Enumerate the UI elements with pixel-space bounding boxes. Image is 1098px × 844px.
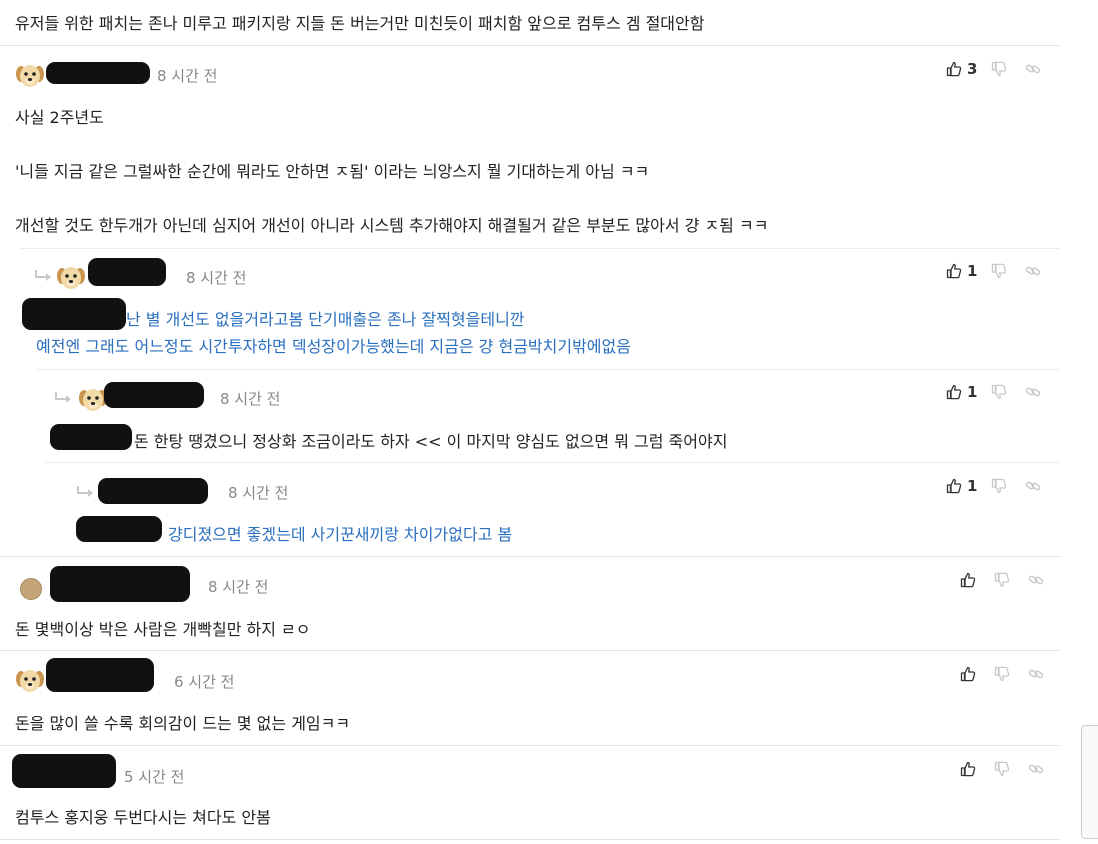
separator <box>0 556 1060 557</box>
dislike-button[interactable] <box>991 478 1007 494</box>
dog-avatar-icon <box>15 61 45 91</box>
dog-avatar-icon <box>15 666 45 696</box>
like-button[interactable] <box>960 572 976 588</box>
comment-time: 8 시간 전 <box>208 578 269 596</box>
like-count: 1 <box>967 262 978 280</box>
separator <box>0 650 1060 651</box>
thumbs-up-icon <box>946 61 962 77</box>
thumbs-down-icon <box>994 572 1010 588</box>
share-link-button[interactable] <box>1028 666 1044 682</box>
dislike-button[interactable] <box>991 384 1007 400</box>
dislike-button[interactable] <box>994 761 1010 777</box>
like-count: 1 <box>967 477 978 495</box>
like-count: 1 <box>967 383 978 401</box>
reply-arrow-icon <box>34 269 54 283</box>
separator <box>36 369 1060 370</box>
comment-section: 유저들 위한 패치는 존나 미루고 패키지랑 지들 돈 버는거만 미친듯이 패치… <box>0 0 1060 844</box>
link-icon <box>1025 478 1041 494</box>
link-icon <box>1025 61 1041 77</box>
redacted-username <box>104 382 204 408</box>
comment-time: 8 시간 전 <box>228 484 289 502</box>
comment-text-line: 개선할 것도 한두개가 아닌데 심지어 개선이 아니라 시스템 추가해야지 해결… <box>15 216 769 235</box>
redacted-username <box>12 754 116 788</box>
comment-text-line: 예전엔 그래도 어느정도 시간투자하면 덱성장이가능했는데 지금은 걍 현금박치… <box>36 337 631 356</box>
floating-side-panel[interactable] <box>1081 725 1098 839</box>
comment-text-line: 걍디졌으면 좋겠는데 사기꾼새끼랑 차이가없다고 봄 <box>168 525 513 544</box>
thumbs-down-icon <box>994 761 1010 777</box>
thumbs-up-icon <box>946 384 962 400</box>
comment-text-line: 돈을 많이 쓸 수록 회의감이 드는 몇 없는 게임ㅋㅋ <box>15 714 351 733</box>
comment-time: 5 시간 전 <box>124 768 185 786</box>
thumbs-up-icon <box>960 761 976 777</box>
separator <box>20 248 1060 249</box>
thumbs-down-icon <box>991 384 1007 400</box>
separator <box>0 45 1060 46</box>
comment-time: 8 시간 전 <box>220 390 281 408</box>
comment-time: 6 시간 전 <box>174 673 235 691</box>
share-link-button[interactable] <box>1025 263 1041 279</box>
like-button[interactable] <box>960 666 976 682</box>
redacted-username <box>98 478 208 504</box>
reply-arrow-icon <box>54 391 74 405</box>
thumbs-down-icon <box>991 61 1007 77</box>
comment-text-line: 사실 2주년도 <box>15 108 104 127</box>
thumbs-down-icon <box>991 263 1007 279</box>
redacted-mention <box>76 516 162 542</box>
thumbs-down-icon <box>991 478 1007 494</box>
link-icon <box>1028 761 1044 777</box>
share-link-button[interactable] <box>1025 61 1041 77</box>
thumbs-up-icon <box>960 666 976 682</box>
separator <box>0 745 1060 746</box>
like-button[interactable] <box>960 761 976 777</box>
circle-avatar-icon <box>20 578 42 600</box>
like-button[interactable]: 3 <box>946 60 991 78</box>
dislike-button[interactable] <box>991 61 1007 77</box>
redacted-username <box>46 658 154 692</box>
dislike-button[interactable] <box>991 263 1007 279</box>
share-link-button[interactable] <box>1025 478 1041 494</box>
separator <box>44 462 1060 463</box>
dog-avatar-icon <box>56 263 86 293</box>
share-link-button[interactable] <box>1025 384 1041 400</box>
redacted-mention <box>22 298 126 330</box>
thumbs-up-icon <box>946 478 962 494</box>
comment-text-line: 돈 한탕 땡겼으니 정상화 조금이라도 하자 << 이 마지막 양심도 없으면 … <box>134 432 728 451</box>
previous-comment-text: 유저들 위한 패치는 존나 미루고 패키지랑 지들 돈 버는거만 미친듯이 패치… <box>15 14 705 33</box>
thumbs-down-icon <box>994 666 1010 682</box>
like-count: 3 <box>967 60 978 78</box>
like-button[interactable]: 1 <box>946 262 991 280</box>
separator <box>0 839 1060 840</box>
comment-text-line: 돈 몇백이상 박은 사람은 개빡칠만 하지 ㄹㅇ <box>15 620 311 639</box>
comment-text-line: 컴투스 홍지웅 두번다시는 쳐다도 안봄 <box>15 808 271 827</box>
comment-time: 8 시간 전 <box>157 67 218 85</box>
redacted-mention <box>50 424 132 450</box>
dislike-button[interactable] <box>994 572 1010 588</box>
redacted-username <box>50 566 190 602</box>
reply-arrow-icon <box>76 485 96 499</box>
like-button[interactable]: 1 <box>946 477 991 495</box>
link-icon <box>1025 384 1041 400</box>
link-icon <box>1025 263 1041 279</box>
share-link-button[interactable] <box>1028 572 1044 588</box>
share-link-button[interactable] <box>1028 761 1044 777</box>
comment-time: 8 시간 전 <box>186 269 247 287</box>
comment-text-line: '니들 지금 같은 그럴싸한 순간에 뭐라도 안하면 ㅈ됨' 이라는 늬앙스지 … <box>15 162 650 181</box>
thumbs-up-icon <box>946 263 962 279</box>
like-button[interactable]: 1 <box>946 383 991 401</box>
link-icon <box>1028 666 1044 682</box>
dislike-button[interactable] <box>994 666 1010 682</box>
thumbs-up-icon <box>960 572 976 588</box>
redacted-username <box>46 62 150 84</box>
link-icon <box>1028 572 1044 588</box>
redacted-username <box>88 258 166 286</box>
comment-text-line: 난 별 개선도 없을거라고봄 단기매출은 존나 잘찍혓을테니깐 <box>126 310 525 329</box>
